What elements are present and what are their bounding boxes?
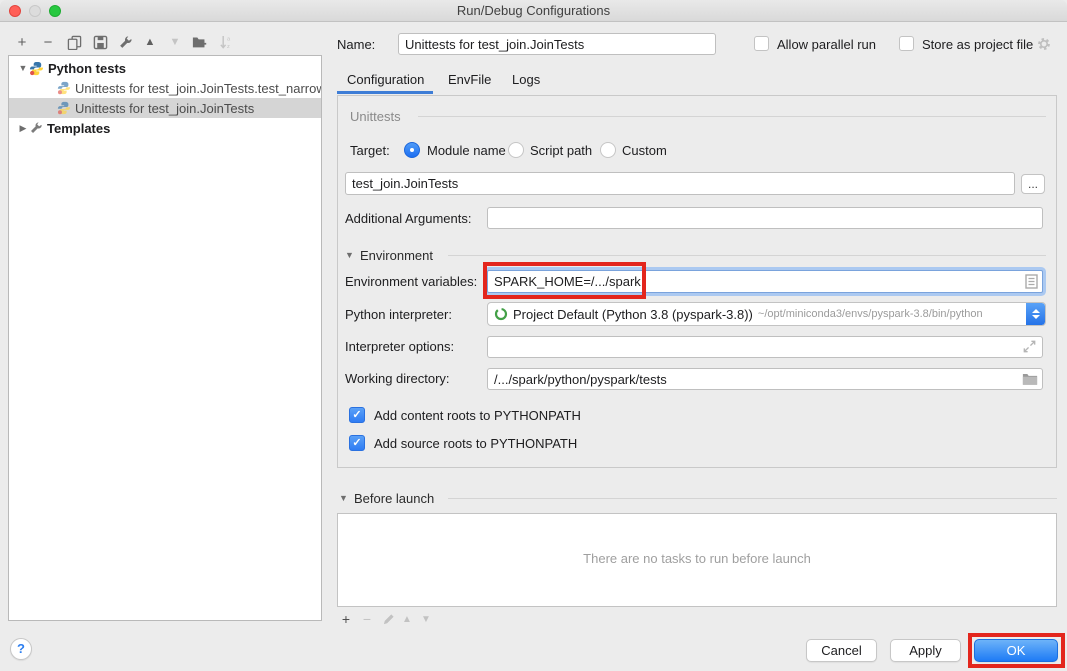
- python-interpreter-path: ~/opt/miniconda3/envs/pyspark-3.8/bin/py…: [758, 308, 983, 320]
- cancel-button[interactable]: Cancel: [806, 639, 877, 662]
- save-icon: [93, 35, 108, 50]
- apply-button[interactable]: Apply: [890, 639, 961, 662]
- run-debug-configurations-dialog: Run/Debug Configurations + − ▲ ▼ a z: [0, 0, 1067, 671]
- environment-collapse-icon[interactable]: ▼: [345, 250, 354, 260]
- working-directory-input[interactable]: [487, 368, 1043, 390]
- target-script-path-label: Script path: [530, 143, 592, 158]
- environment-variables-value: SPARK_HOME=/.../spark: [494, 274, 641, 289]
- tab-logs[interactable]: Logs: [512, 72, 540, 87]
- store-as-project-file-checkbox[interactable]: [899, 36, 914, 51]
- move-down-icon[interactable]: ▼: [166, 33, 184, 51]
- env-vars-browse-icon[interactable]: [1025, 274, 1038, 292]
- folder-plus-icon: [192, 35, 208, 49]
- conda-env-icon: [494, 307, 508, 321]
- python-tests-icon: [29, 61, 44, 76]
- tree-item-label: Templates: [47, 121, 110, 136]
- python-test-icon: [57, 101, 71, 115]
- add-configuration-icon[interactable]: +: [13, 33, 31, 51]
- svg-text:a: a: [227, 36, 231, 42]
- tab-configuration[interactable]: Configuration: [347, 72, 424, 87]
- wrench-icon: [118, 35, 133, 50]
- before-launch-move-down-icon[interactable]: ▼: [418, 611, 434, 627]
- before-launch-empty-message: There are no tasks to run before launch: [338, 551, 1056, 566]
- sort-alpha-icon: a z: [219, 35, 233, 50]
- before-launch-group-label: Before launch: [354, 491, 434, 506]
- target-module-input[interactable]: [345, 172, 1015, 195]
- unittests-group-rule: [418, 116, 1046, 117]
- browse-target-button[interactable]: ...: [1021, 174, 1045, 194]
- name-label: Name:: [337, 37, 375, 52]
- target-script-path-radio[interactable]: [508, 142, 524, 158]
- tab-envfile[interactable]: EnvFile: [448, 72, 491, 87]
- python-test-icon: [57, 81, 71, 95]
- save-configuration-icon[interactable]: [91, 33, 109, 51]
- tree-item-label: Unittests for test_join.JoinTests: [75, 101, 254, 116]
- window-title: Run/Debug Configurations: [0, 3, 1067, 18]
- remove-configuration-icon[interactable]: −: [39, 33, 57, 51]
- before-launch-task-list: There are no tasks to run before launch: [337, 513, 1057, 607]
- store-options-gear-icon[interactable]: [1036, 36, 1052, 55]
- add-content-roots-checkbox[interactable]: ✓: [349, 407, 365, 423]
- interpreter-options-input[interactable]: [487, 336, 1043, 358]
- tree-item-unittest-jointests-selected[interactable]: Unittests for test_join.JoinTests: [9, 98, 321, 118]
- allow-parallel-run-label: Allow parallel run: [777, 37, 876, 52]
- allow-parallel-run-checkbox[interactable]: [754, 36, 769, 51]
- before-launch-edit-icon[interactable]: [380, 611, 396, 627]
- interpreter-stepper-icon[interactable]: [1026, 303, 1045, 325]
- environment-variables-label: Environment variables:: [345, 274, 477, 289]
- additional-arguments-label: Additional Arguments:: [345, 211, 471, 226]
- target-module-name-label: Module name: [427, 143, 506, 158]
- target-custom-radio[interactable]: [600, 142, 616, 158]
- add-content-roots-label: Add content roots to PYTHONPATH: [374, 408, 581, 423]
- templates-wrench-icon: [29, 121, 43, 135]
- target-module-name-radio[interactable]: [404, 142, 420, 158]
- additional-arguments-input[interactable]: [487, 207, 1043, 229]
- title-bar: Run/Debug Configurations: [0, 0, 1067, 22]
- unittests-group-label: Unittests: [350, 109, 401, 124]
- before-launch-group-rule: [448, 498, 1057, 499]
- tree-item-templates[interactable]: ▶ Templates: [9, 118, 321, 138]
- chevron-down-icon[interactable]: ▼: [17, 63, 29, 73]
- copy-configuration-icon[interactable]: [65, 33, 83, 51]
- active-tab-indicator: [337, 91, 433, 94]
- new-folder-icon[interactable]: [191, 33, 209, 51]
- before-launch-collapse-icon[interactable]: ▼: [339, 493, 348, 503]
- before-launch-add-icon[interactable]: +: [338, 611, 354, 627]
- interpreter-options-label: Interpreter options:: [345, 339, 454, 354]
- sort-configurations-icon[interactable]: a z: [217, 33, 235, 51]
- edit-templates-icon[interactable]: [116, 33, 134, 51]
- add-source-roots-checkbox[interactable]: ✓: [349, 435, 365, 451]
- tree-item-label: Unittests for test_join.JoinTests.test_n…: [75, 81, 321, 96]
- tree-item-unittest-narrow[interactable]: Unittests for test_join.JoinTests.test_n…: [9, 78, 321, 98]
- tree-item-label: Python tests: [48, 61, 126, 76]
- pencil-icon: [382, 613, 395, 626]
- before-launch-move-up-icon[interactable]: ▲: [399, 611, 415, 627]
- store-as-project-file-label: Store as project file: [922, 37, 1033, 52]
- python-interpreter-label: Python interpreter:: [345, 307, 452, 322]
- python-interpreter-dropdown[interactable]: Project Default (Python 3.8 (pyspark-3.8…: [487, 302, 1046, 326]
- browse-folder-icon[interactable]: [1022, 372, 1038, 388]
- target-label: Target:: [350, 143, 390, 158]
- working-directory-label: Working directory:: [345, 371, 450, 386]
- target-custom-label: Custom: [622, 143, 667, 158]
- help-button[interactable]: ?: [10, 638, 32, 660]
- python-interpreter-value: Project Default (Python 3.8 (pyspark-3.8…: [513, 307, 753, 322]
- add-source-roots-label: Add source roots to PYTHONPATH: [374, 436, 577, 451]
- configurations-tree: ▼ Python tests Unittests for test_join.J…: [8, 55, 322, 621]
- name-input[interactable]: [398, 33, 716, 55]
- svg-text:z: z: [227, 44, 230, 50]
- tree-item-python-tests[interactable]: ▼ Python tests: [9, 58, 321, 78]
- move-up-icon[interactable]: ▲: [141, 33, 159, 51]
- environment-group-rule: [448, 255, 1046, 256]
- environment-variables-input[interactable]: SPARK_HOME=/.../spark: [487, 270, 1043, 293]
- ok-button[interactable]: OK: [974, 639, 1058, 662]
- copy-icon: [67, 35, 82, 50]
- environment-group-label: Environment: [360, 248, 433, 263]
- before-launch-remove-icon[interactable]: −: [359, 611, 375, 627]
- expand-field-icon[interactable]: [1022, 339, 1037, 357]
- chevron-right-icon[interactable]: ▶: [17, 123, 29, 134]
